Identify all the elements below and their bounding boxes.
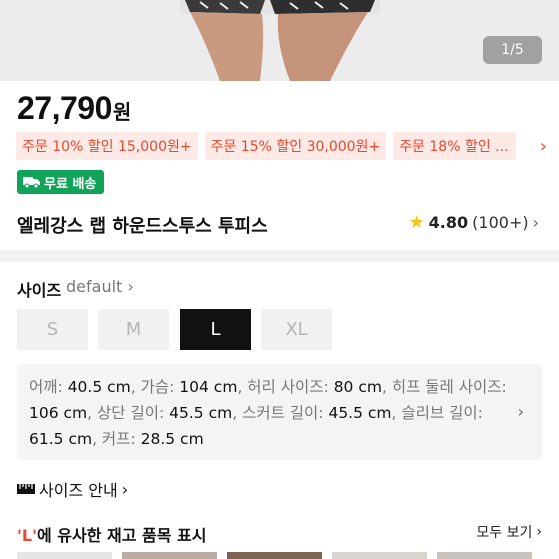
- similar-title-text: 에 유사한 재고 품목 표시: [37, 526, 207, 545]
- review-count: (100+): [472, 213, 529, 232]
- free-shipping-badge: 무료 배송: [17, 170, 105, 194]
- measure-value: 40.5 cm: [67, 378, 131, 396]
- coupon-chip[interactable]: 주문 15% 할인 30,000원+: [204, 132, 387, 160]
- view-all-link[interactable]: 모두 보기 ›: [476, 522, 542, 542]
- measure-name: 커프:: [101, 430, 136, 448]
- measure-value: 45.5 cm: [169, 404, 233, 422]
- measure-name: 상단 길이:: [97, 404, 165, 422]
- similar-item-thumbnail[interactable]: [332, 552, 427, 559]
- size-measurements[interactable]: 어깨: 40.5 cm, 가슴: 104 cm, 허리 사이즈: 80 cm, …: [17, 364, 542, 460]
- rating-summary[interactable]: ★ 4.80 (100+) ›: [409, 212, 539, 233]
- measure-value: 80 cm: [333, 378, 382, 396]
- measure-name: 허리 사이즈:: [247, 378, 329, 396]
- similar-item-thumbnail[interactable]: [437, 552, 532, 559]
- ruler-icon: [17, 484, 35, 494]
- measure-name: 가슴:: [140, 378, 175, 396]
- chevron-right-icon[interactable]: ›: [540, 136, 547, 157]
- chevron-right-icon: ›: [532, 213, 539, 232]
- measure-value: 61.5 cm: [29, 430, 93, 448]
- size-section-label: 사이즈: [17, 281, 62, 300]
- size-guide-link[interactable]: 사이즈 안내 ›: [17, 477, 128, 501]
- price-value: 27,790: [17, 90, 112, 126]
- size-option-s[interactable]: S: [17, 309, 88, 350]
- product-image-gallery[interactable]: 1/5: [0, 0, 559, 81]
- measure-name: 히프 둘레 사이즈:: [391, 378, 507, 396]
- measure-name: 슬리브 길이:: [401, 404, 483, 422]
- similar-item-thumbnail[interactable]: [122, 552, 217, 559]
- measurements-text: 어깨: 40.5 cm, 가슴: 104 cm, 허리 사이즈: 80 cm, …: [29, 378, 507, 448]
- size-option-m[interactable]: M: [98, 309, 169, 350]
- measure-value: 106 cm: [29, 404, 88, 422]
- chevron-right-icon: ›: [121, 479, 129, 499]
- product-title: 엘레강스 랩 하운드스투스 투피스: [17, 216, 268, 237]
- price-currency: 원: [112, 102, 131, 124]
- free-shipping-label: 무료 배송: [44, 176, 97, 192]
- truck-icon: [23, 176, 40, 188]
- size-hint-text: default: [66, 277, 123, 296]
- chevron-right-icon: ›: [517, 402, 524, 421]
- size-guide-label: 사이즈 안내: [39, 481, 118, 500]
- similar-item-thumbnail[interactable]: [17, 552, 112, 559]
- rating-score: 4.80: [428, 213, 469, 232]
- size-selected-hint[interactable]: default ›: [66, 277, 134, 296]
- measure-name: 어깨:: [29, 378, 63, 396]
- measure-value: 104 cm: [179, 378, 238, 396]
- coupon-list: 주문 10% 할인 15,000원+ 주문 15% 할인 30,000원+ 주문…: [16, 132, 559, 160]
- chevron-right-icon: ›: [127, 277, 134, 296]
- similar-item-thumbnail[interactable]: [227, 552, 322, 559]
- view-all-label: 모두 보기: [476, 525, 533, 541]
- coupon-chip[interactable]: 주문 10% 할인 15,000원+: [16, 132, 198, 160]
- similar-size-quote: 'L': [17, 526, 37, 545]
- star-icon: ★: [408, 212, 425, 233]
- image-counter: 1/5: [483, 36, 542, 64]
- product-price: 27,790원: [17, 90, 131, 127]
- chevron-right-icon: ›: [536, 524, 542, 540]
- section-divider: [0, 250, 559, 262]
- size-option-l[interactable]: L: [180, 309, 251, 350]
- measure-value: 28.5 cm: [140, 430, 204, 448]
- similar-items-strip: [17, 552, 559, 559]
- similar-items-title: 'L'에 유사한 재고 품목 표시: [17, 522, 206, 546]
- size-option-xl[interactable]: XL: [261, 309, 332, 350]
- coupon-chip[interactable]: 주문 18% 할인 ...: [393, 132, 517, 160]
- measure-value: 45.5 cm: [328, 404, 392, 422]
- measure-name: 스커트 길이:: [242, 404, 324, 422]
- product-photo: [180, 0, 380, 81]
